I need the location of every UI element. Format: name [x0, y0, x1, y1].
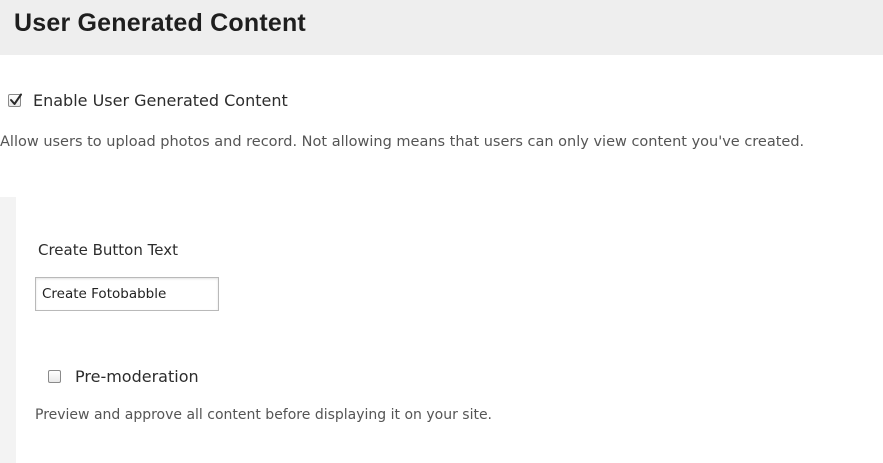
enable-ugc-label: Enable User Generated Content: [33, 90, 288, 110]
enable-ugc-checkbox[interactable]: [8, 93, 22, 107]
create-button-text-input[interactable]: [35, 277, 219, 311]
enable-ugc-option[interactable]: Enable User Generated Content: [8, 89, 288, 111]
enable-ugc-description: Allow users to upload photos and record.…: [0, 134, 805, 150]
section-header: User Generated Content: [0, 0, 883, 55]
create-button-text-label: Create Button Text: [38, 241, 178, 259]
pre-moderation-label: Pre-moderation: [75, 366, 199, 386]
pre-moderation-checkbox[interactable]: [48, 369, 61, 383]
pre-moderation-option[interactable]: Pre-moderation: [48, 365, 199, 387]
checkmark-icon: [10, 93, 22, 105]
ugc-settings-panel: Create Button Text Pre-moderation Previe…: [0, 197, 883, 463]
panel-left-border: [0, 197, 16, 463]
pre-moderation-description: Preview and approve all content before d…: [35, 407, 493, 423]
section-title: User Generated Content: [14, 9, 306, 37]
